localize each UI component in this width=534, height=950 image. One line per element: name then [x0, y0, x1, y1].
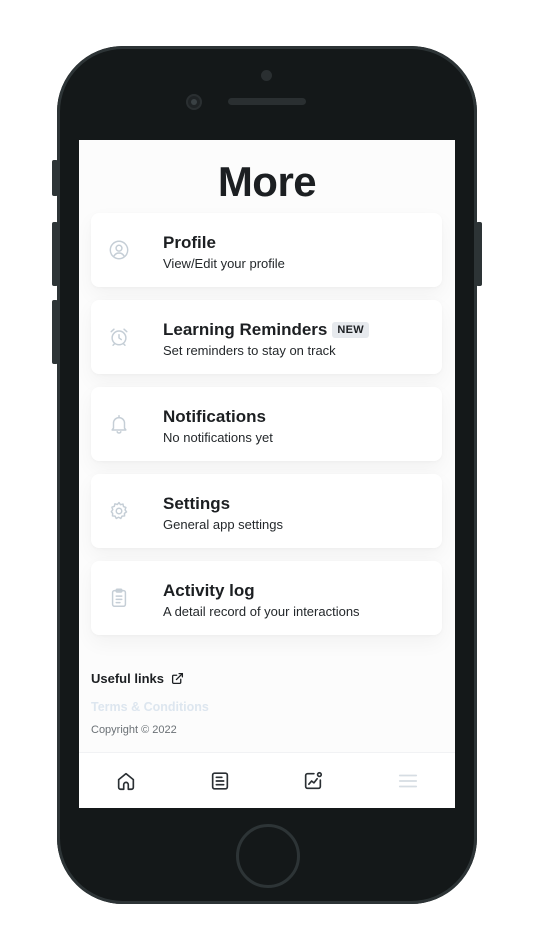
bottom-tab-bar: [79, 752, 455, 808]
book-icon: [211, 772, 229, 790]
home-icon: [117, 772, 135, 791]
menu-item-title: Notifications: [163, 407, 266, 426]
gear-icon: [108, 500, 130, 522]
mute-switch: [52, 160, 58, 196]
menu-item-settings[interactable]: Settings General app settings: [91, 474, 442, 548]
tab-more[interactable]: [397, 770, 419, 792]
page-title: More: [217, 158, 317, 205]
home-button[interactable]: [236, 824, 300, 888]
useful-links-label: Useful links: [91, 671, 164, 686]
user-circle-icon: [108, 239, 130, 261]
external-link-icon: [171, 672, 184, 685]
menu-item-learning-reminders[interactable]: Learning Reminders NEW Set reminders to s…: [91, 300, 442, 374]
menu-item-title: Settings: [163, 494, 231, 513]
clipboard-list-icon: [108, 587, 130, 609]
earpiece-speaker: [228, 98, 306, 105]
bell-icon: [108, 413, 130, 435]
volume-down-button: [52, 300, 58, 364]
copyright-text: Copyright © 2022: [91, 724, 177, 736]
front-camera: [186, 94, 202, 110]
menu-item-subtitle: No notifications yet: [163, 430, 273, 445]
menu-item-profile[interactable]: Profile View/Edit your profile: [91, 213, 442, 287]
proximity-sensor: [261, 70, 272, 81]
menu-item-subtitle: General app settings: [163, 517, 283, 532]
chart-icon: [304, 771, 323, 790]
menu-item-activity-log[interactable]: Activity log A detail record of your int…: [91, 561, 442, 635]
menu-item-title: Activity log: [163, 581, 255, 600]
menu-item-subtitle: Set reminders to stay on track: [163, 343, 336, 358]
menu-item-title-text: Learning Reminders: [163, 320, 328, 339]
menu-item-subtitle: View/Edit your profile: [163, 256, 285, 271]
menu-item-subtitle: A detail record of your interactions: [163, 604, 360, 619]
app-screen: More Profile View/Edit your profile Lear…: [79, 140, 455, 808]
menu-item-title: Profile: [163, 233, 216, 252]
terms-and-conditions-link[interactable]: Terms & Conditions: [91, 700, 209, 714]
tab-courses[interactable]: [209, 770, 231, 792]
power-button: [476, 222, 482, 286]
volume-up-button: [52, 222, 58, 286]
alarm-clock-icon: [108, 326, 130, 348]
new-badge: NEW: [332, 322, 369, 338]
useful-links-link[interactable]: Useful links: [91, 671, 184, 686]
menu-item-title: Learning Reminders NEW: [163, 320, 369, 340]
tab-home[interactable]: [115, 770, 137, 792]
menu-icon: [398, 774, 418, 788]
menu-item-notifications[interactable]: Notifications No notifications yet: [91, 387, 442, 461]
tab-progress[interactable]: [302, 770, 324, 792]
